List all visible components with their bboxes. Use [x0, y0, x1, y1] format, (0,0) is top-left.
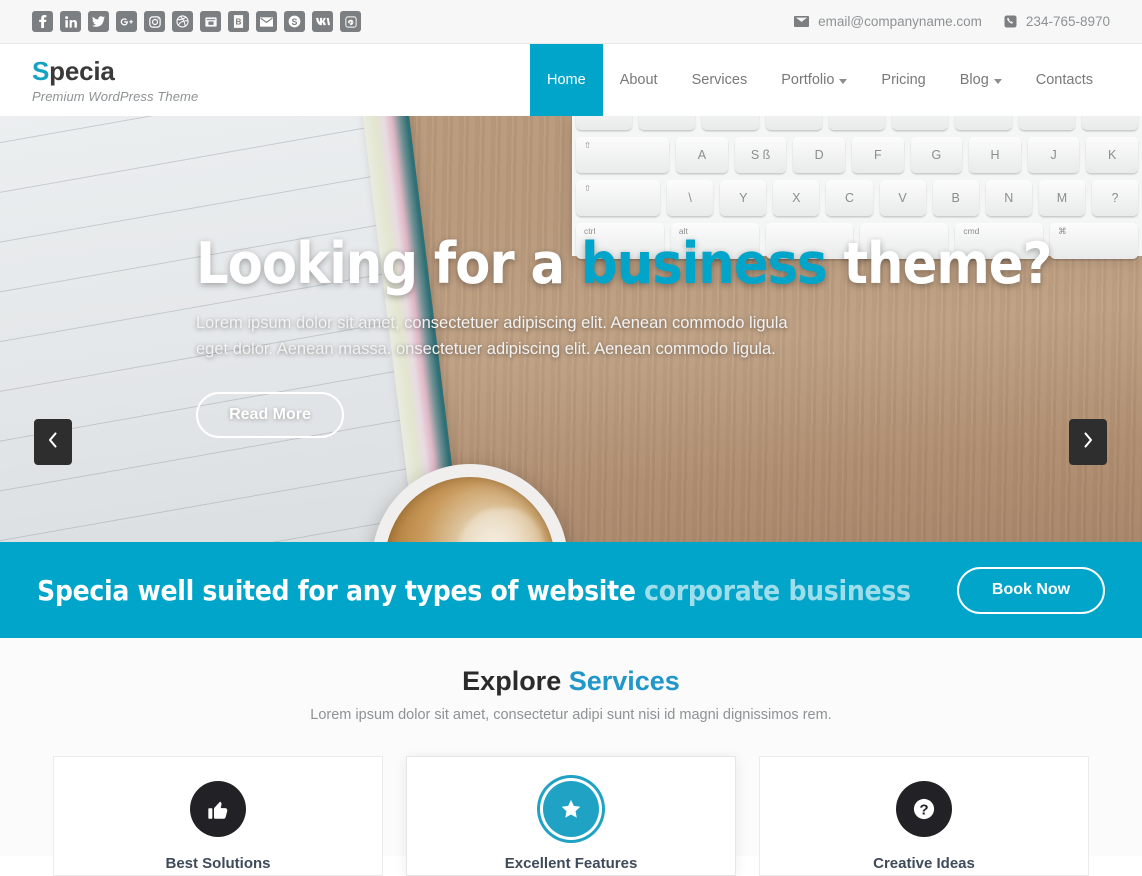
site-header: Specia Premium WordPress Theme Home About…	[0, 44, 1142, 116]
question-circle-icon: ?	[896, 781, 952, 837]
topbar-contact-info: email@companyname.com 234-765-8970	[794, 14, 1110, 29]
nav-item-services[interactable]: Services	[675, 44, 765, 116]
contact-phone[interactable]: 234-765-8970	[1004, 14, 1110, 29]
cta-headline-strong: Specia well suited for any types of webs…	[37, 573, 645, 607]
services-title-pre: Explore	[462, 666, 569, 696]
contact-phone-text: 234-765-8970	[1025, 14, 1110, 29]
vk-icon[interactable]	[312, 11, 333, 32]
hero-slider: ⇧ A S ßDFGHJK ⇧ \ Y X C V B N M? ctrl alt cmd ⌘ Looki…	[0, 116, 1142, 542]
brand-name-accent: S	[32, 55, 50, 86]
envelope-icon[interactable]	[256, 11, 277, 32]
services-section: Explore Services Lorem ipsum dolor sit a…	[0, 638, 1142, 876]
nav-item-label: Blog	[959, 72, 989, 88]
nav-item-portfolio[interactable]: Portfolio	[764, 44, 864, 116]
brand-name: Specia	[32, 58, 198, 84]
dribbble-icon[interactable]	[172, 11, 193, 32]
social-links: B S	[32, 11, 361, 32]
instagram-icon[interactable]	[144, 11, 165, 32]
phone-icon	[1004, 15, 1017, 28]
skype-icon[interactable]: S	[284, 11, 305, 32]
service-cards: Best Solutions Excellent Features? Creativ…	[0, 756, 1142, 876]
facebook-icon[interactable]	[32, 11, 53, 32]
chevron-down-icon	[993, 78, 1002, 84]
envelope-icon	[794, 16, 810, 27]
nav-item-pricing[interactable]: Pricing	[864, 44, 942, 116]
twitter-icon[interactable]	[88, 11, 109, 32]
nav-item-contacts[interactable]: Contacts	[1019, 44, 1110, 116]
hero-title-post: theme?	[826, 231, 1053, 297]
hero-content: Looking for a business theme? Lorem ipsu…	[0, 116, 1142, 542]
services-subtitle: Lorem ipsum dolor sit amet, consectetur …	[310, 707, 832, 723]
star-icon	[543, 781, 599, 837]
hero-read-more-button[interactable]: Read More	[196, 392, 344, 439]
pinterest-icon[interactable]	[340, 11, 361, 32]
nav-item-blog[interactable]: Blog	[943, 44, 1019, 116]
nav-item-label: Contacts	[1035, 72, 1093, 88]
nav-item-label: Services	[691, 72, 748, 88]
behance-icon[interactable]: B	[228, 11, 249, 32]
thumbs-up-icon	[190, 781, 246, 837]
service-card-excellent-features[interactable]: Excellent Features	[406, 756, 736, 876]
carousel-next-button[interactable]	[1069, 419, 1107, 465]
hero-title-pre: Looking for a	[196, 231, 581, 297]
contact-email-text: email@companyname.com	[818, 14, 982, 29]
chevron-right-icon	[1083, 431, 1093, 453]
linkedin-icon[interactable]	[60, 11, 81, 32]
cta-headline: Specia well suited for any types of webs…	[37, 574, 911, 607]
service-card-label: Excellent Features	[504, 855, 638, 872]
svg-text:?: ?	[919, 802, 928, 819]
google-plus-icon[interactable]	[116, 11, 137, 32]
chevron-down-icon	[839, 78, 848, 84]
contact-email[interactable]: email@companyname.com	[794, 14, 982, 29]
site-logo[interactable]: Specia Premium WordPress Theme	[32, 58, 198, 103]
nav-item-label: Pricing	[881, 72, 926, 88]
carousel-prev-button[interactable]	[34, 419, 72, 465]
flickr-icon[interactable]	[200, 11, 221, 32]
topbar: B S email@companyname.com 234-765-8970	[0, 0, 1142, 44]
services-title-accent: Services	[568, 666, 680, 696]
brand-name-rest: pecia	[49, 55, 115, 86]
main-navigation: Home About Services Portfolio Pricing Blog Con…	[530, 44, 1110, 116]
service-card-best-solutions[interactable]: Best Solutions	[53, 756, 383, 876]
svg-text:S: S	[292, 17, 298, 27]
cta-headline-soft: corporate business	[644, 573, 911, 607]
services-title: Explore Services	[0, 666, 1142, 697]
hero-title: Looking for a business theme?	[196, 236, 1142, 293]
service-card-label: Best Solutions	[165, 855, 271, 872]
cta-band: Specia well suited for any types of webs…	[0, 542, 1142, 638]
brand-tagline: Premium WordPress Theme	[32, 88, 199, 104]
service-card-creative-ideas[interactable]: ? Creative Ideas	[759, 756, 1089, 876]
nav-item-label: Portfolio	[781, 72, 835, 88]
svg-text:B: B	[236, 18, 242, 27]
service-card-label: Creative Ideas	[873, 855, 975, 872]
nav-item-about[interactable]: About	[603, 44, 675, 116]
nav-item-label: Home	[547, 72, 586, 88]
nav-item-label: About	[619, 72, 658, 88]
nav-item-home[interactable]: Home	[530, 44, 603, 116]
book-now-button[interactable]: Book Now	[957, 566, 1105, 614]
chevron-left-icon	[48, 431, 58, 453]
hero-paragraph: Lorem ipsum dolor sit amet, consectetuer…	[196, 314, 788, 358]
hero-title-accent: business	[580, 231, 828, 297]
